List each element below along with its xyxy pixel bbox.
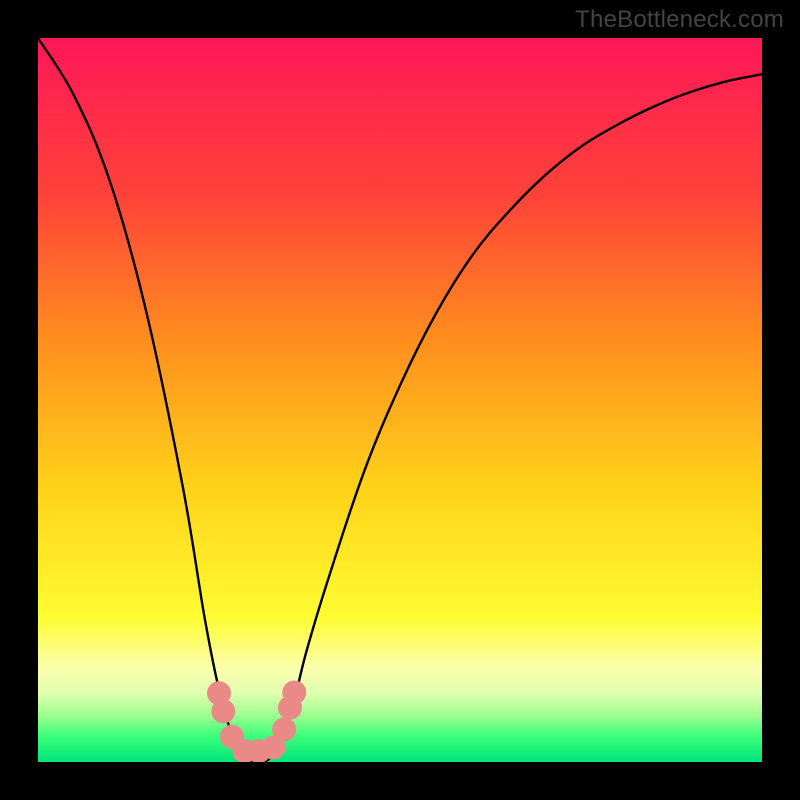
- plot-area: [38, 38, 762, 762]
- highlight-dot: [211, 699, 235, 723]
- chart-svg: [38, 38, 762, 762]
- watermark-text: TheBottleneck.com: [575, 6, 784, 34]
- highlight-dot: [282, 681, 306, 705]
- highlight-dot: [272, 717, 296, 741]
- gradient-background: [38, 38, 762, 762]
- chart-container: TheBottleneck.com: [0, 0, 800, 800]
